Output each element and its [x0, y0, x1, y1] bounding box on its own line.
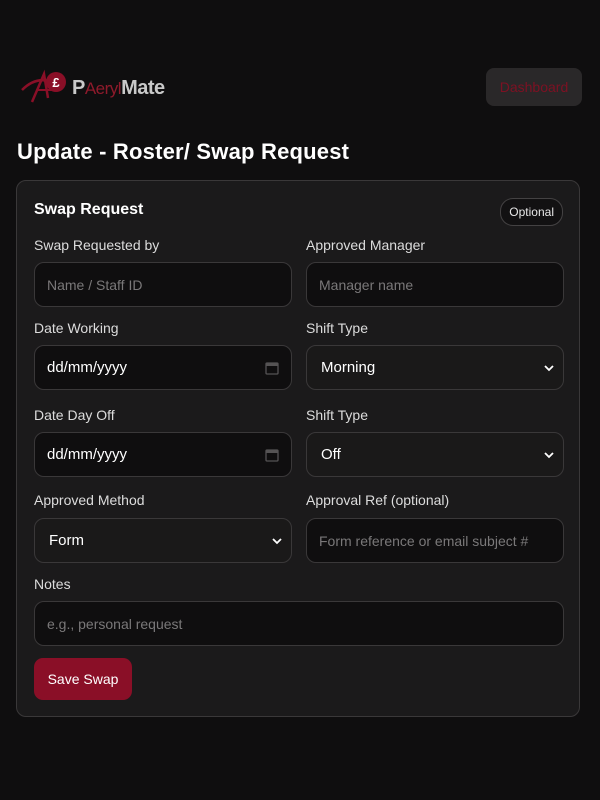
approved-method-value: Form: [49, 532, 84, 549]
approved-manager-input[interactable]: Manager name: [306, 262, 564, 307]
shift-type-working-select[interactable]: Morning: [306, 345, 564, 390]
notes-label: Notes: [34, 576, 71, 592]
logo-text-part1: P: [72, 76, 85, 99]
swap-request-card: Swap Request Optional Swap Requested by …: [16, 180, 580, 717]
chevron-down-icon: [544, 364, 554, 371]
page-title: Update - Roster/ Swap Request: [17, 139, 350, 164]
app-logo[interactable]: £ PAerylMate: [18, 68, 165, 108]
shift-type-off-label: Shift Type: [306, 407, 369, 423]
chevron-down-icon: [544, 451, 554, 458]
dashboard-button[interactable]: Dashboard: [486, 68, 582, 106]
date-day-off-input[interactable]: dd/mm/yyyy: [34, 432, 292, 477]
approval-ref-label: Approval Ref (optional): [306, 492, 450, 508]
shift-type-off-select[interactable]: Off: [306, 432, 564, 477]
save-swap-button[interactable]: Save Swap: [34, 658, 132, 700]
date-working-input[interactable]: dd/mm/yyyy: [34, 345, 292, 390]
swap-requested-by-input[interactable]: Name / Staff ID: [34, 262, 292, 307]
approved-manager-label: Approved Manager: [306, 237, 426, 253]
approved-method-label: Approved Method: [34, 492, 145, 508]
date-working-value: dd/mm/yyyy: [47, 359, 128, 376]
shift-type-working-value: Morning: [321, 359, 376, 376]
swap-requested-by-label: Swap Requested by: [34, 237, 160, 253]
notes-input[interactable]: e.g., personal request: [34, 601, 564, 646]
logo-mark-text: £: [52, 75, 60, 90]
calendar-icon[interactable]: [265, 448, 279, 462]
logo-text-part2: Aeryl: [84, 78, 122, 98]
logo-text: PAerylMate: [72, 77, 165, 100]
date-working-label: Date Working: [34, 320, 119, 336]
chevron-down-icon: [272, 537, 282, 544]
approved-method-select[interactable]: Form: [34, 518, 292, 563]
card-title: Swap Request: [34, 201, 144, 218]
header: £ PAerylMate Dashboard: [18, 66, 582, 108]
calendar-icon[interactable]: [265, 361, 279, 375]
logo-text-part3: Mate: [121, 76, 165, 99]
date-day-off-label: Date Day Off: [34, 407, 115, 423]
approval-ref-input[interactable]: Form reference or email subject #: [306, 518, 564, 563]
shift-type-off-value: Off: [321, 446, 341, 463]
optional-badge: Optional: [500, 198, 563, 226]
currency-logo-icon: £: [21, 69, 66, 103]
date-day-off-value: dd/mm/yyyy: [47, 446, 128, 463]
shift-type-working-label: Shift Type: [306, 320, 369, 336]
